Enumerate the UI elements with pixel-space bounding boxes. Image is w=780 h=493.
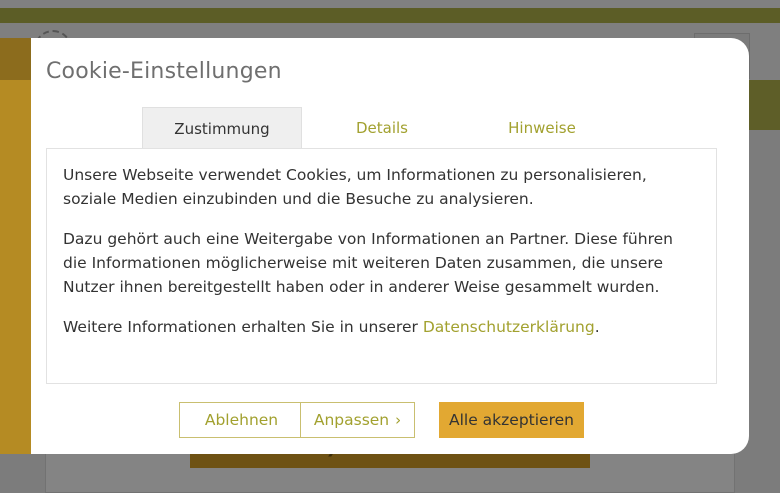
tab-bar: Zustimmung Details Hinweise (142, 107, 622, 149)
accept-all-button-label: Alle akzeptieren (449, 411, 574, 429)
tab-details[interactable]: Details (302, 107, 462, 149)
tab-consent[interactable]: Zustimmung (142, 107, 302, 149)
accept-all-button[interactable]: Alle akzeptieren (439, 402, 584, 438)
cookie-settings-dialog: Cookie-Einstellungen Zustimmung Details … (31, 38, 749, 454)
background-left-accent (0, 38, 31, 454)
adjust-button[interactable]: Anpassen › (300, 402, 415, 438)
consent-paragraph-3: Weitere Informationen erhalten Sie in un… (63, 315, 700, 339)
background-top-bar (0, 8, 780, 23)
paragraph-3-prefix: Weitere Informationen erhalten Sie in un… (63, 318, 423, 336)
background-top-strip (0, 0, 780, 8)
consent-paragraph-1: Unsere Webseite verwendet Cookies, um In… (63, 166, 647, 208)
background-left-accent-top (0, 38, 31, 80)
dialog-actions: Ablehnen Anpassen › Alle akzeptieren (31, 402, 749, 438)
tab-notes[interactable]: Hinweise (462, 107, 622, 149)
dialog-title: Cookie-Einstellungen (46, 59, 282, 84)
paragraph-3-suffix: . (594, 318, 600, 336)
adjust-button-label: Anpassen (313, 411, 390, 429)
tab-content-panel: Unsere Webseite verwendet Cookies, um In… (46, 148, 717, 384)
decline-button-label: Ablehnen (204, 411, 279, 429)
consent-paragraph-2: Dazu gehört auch eine Weitergabe von Inf… (63, 230, 673, 296)
privacy-policy-link[interactable]: Datenschutzerklärung (423, 318, 595, 336)
decline-button[interactable]: Ablehnen (179, 402, 304, 438)
chevron-right-icon: › (395, 411, 402, 429)
